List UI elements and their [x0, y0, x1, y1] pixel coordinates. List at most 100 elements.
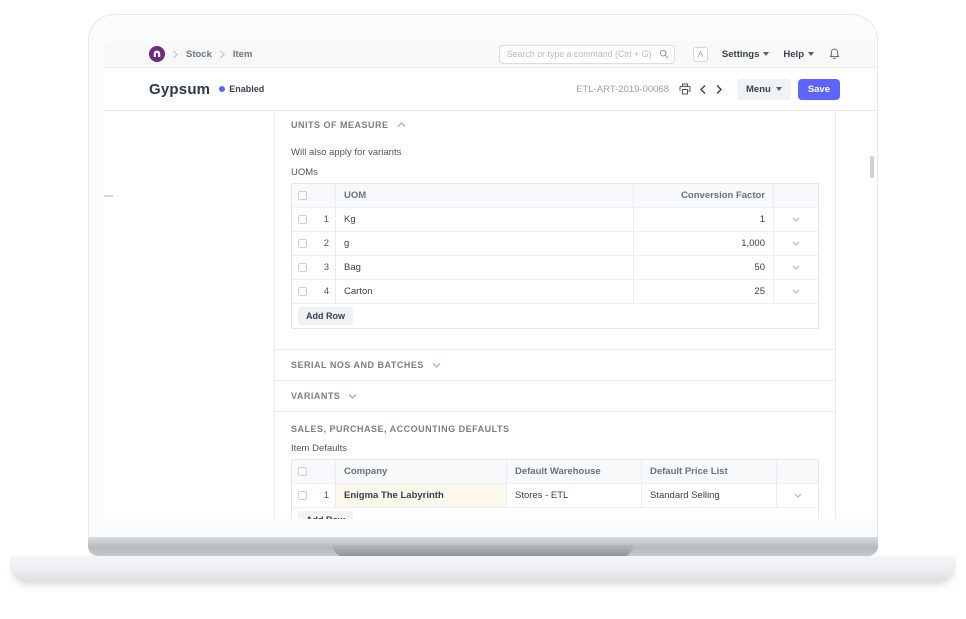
row-checkbox[interactable] — [298, 239, 307, 248]
section-heading-serial-nos[interactable]: SERIAL NOS AND BATCHES — [291, 360, 835, 370]
print-icon[interactable] — [679, 83, 691, 95]
breadcrumb-stock[interactable]: Stock — [186, 49, 212, 60]
row-checkbox[interactable] — [298, 491, 307, 500]
section-sales-purchase-accounting-defaults: SALES, PURCHASE, ACCOUNTING DEFAULTS Ite… — [275, 412, 835, 519]
table-row: 4 Carton 25 — [292, 280, 818, 304]
sidebar-item-fragment — [104, 195, 113, 197]
add-row-button[interactable]: Add Row — [298, 511, 353, 519]
search-input[interactable] — [499, 45, 675, 64]
status-label: Enabled — [229, 84, 264, 94]
search-icon — [659, 49, 669, 62]
section-heading-defaults[interactable]: SALES, PURCHASE, ACCOUNTING DEFAULTS — [291, 424, 835, 434]
laptop-lid: Stock Item A Settings He — [88, 14, 878, 537]
chevron-down-icon — [792, 289, 800, 294]
help-label: Help — [783, 49, 804, 60]
row-index: 1 — [324, 214, 329, 225]
item-defaults-grid: Company Default Warehouse Default Price … — [291, 459, 819, 519]
item-defaults-table-label: Item Defaults — [291, 443, 835, 454]
row-expand-toggle[interactable] — [774, 208, 818, 231]
avatar[interactable]: A — [693, 47, 708, 62]
uom-grid-header: UOM Conversion Factor — [292, 184, 818, 208]
app-window: Stock Item A Settings He — [104, 41, 876, 519]
chevron-right-icon — [172, 50, 179, 59]
navbar: Stock Item A Settings He — [104, 41, 876, 68]
help-menu[interactable]: Help — [783, 49, 814, 60]
uom-cell[interactable]: Carton — [336, 280, 634, 303]
row-expand-toggle[interactable] — [777, 484, 818, 507]
uom-cell[interactable]: Kg — [336, 208, 634, 231]
conversion-factor-cell[interactable]: 1,000 — [634, 232, 774, 255]
row-checkbox[interactable] — [298, 287, 307, 296]
previous-document-icon[interactable] — [699, 84, 707, 95]
app-logo-icon[interactable] — [149, 46, 165, 62]
section-heading-variants[interactable]: VARIANTS — [291, 391, 835, 401]
notifications-bell-icon[interactable] — [829, 48, 840, 60]
chevron-down-icon — [776, 87, 782, 91]
default-price-list-cell[interactable]: Standard Selling — [642, 484, 777, 507]
next-document-icon[interactable] — [715, 84, 723, 95]
uom-grid-footer: Add Row — [292, 304, 818, 328]
row-index: 3 — [324, 262, 329, 273]
form-body: UNITS OF MEASURE Will also apply for var… — [274, 111, 836, 519]
status-badge: Enabled — [219, 84, 264, 94]
table-row: 1 Enigma The Labyrinth Stores - ETL Stan… — [292, 484, 818, 508]
select-all-checkbox[interactable] — [298, 191, 307, 200]
chevron-down-icon — [794, 493, 802, 498]
conversion-factor-cell[interactable]: 50 — [634, 256, 774, 279]
chevron-down-icon — [792, 265, 800, 270]
status-dot-icon — [219, 86, 225, 92]
menu-label: Menu — [746, 84, 771, 95]
conversion-factor-cell[interactable]: 1 — [634, 208, 774, 231]
uom-grid: UOM Conversion Factor 1 Kg 1 — [291, 183, 819, 329]
column-header-uom: UOM — [336, 184, 634, 207]
section-title: VARIANTS — [291, 391, 340, 401]
section-title: SALES, PURCHASE, ACCOUNTING DEFAULTS — [291, 424, 510, 434]
section-variants: VARIANTS — [275, 381, 835, 411]
column-header-default-price-list: Default Price List — [642, 460, 777, 483]
chevron-down-icon — [808, 52, 814, 56]
settings-menu[interactable]: Settings — [722, 49, 769, 60]
menu-button[interactable]: Menu — [737, 79, 791, 100]
uom-cell[interactable]: Bag — [336, 256, 634, 279]
item-defaults-grid-footer: Add Row — [292, 508, 818, 519]
row-expand-toggle[interactable] — [774, 280, 818, 303]
row-expand-toggle[interactable] — [774, 256, 818, 279]
select-all-checkbox[interactable] — [298, 467, 307, 476]
table-row: 1 Kg 1 — [292, 208, 818, 232]
uoms-table-label: UOMs — [291, 167, 835, 178]
global-search — [499, 45, 675, 64]
column-header-default-warehouse: Default Warehouse — [507, 460, 642, 483]
column-header-company: Company — [336, 460, 507, 483]
company-cell[interactable]: Enigma The Labyrinth — [336, 484, 507, 507]
chevron-down-icon — [792, 241, 800, 246]
add-row-button[interactable]: Add Row — [298, 307, 353, 325]
chevron-up-icon — [397, 122, 406, 128]
document-id: ETL-ART-2019-00068 — [576, 84, 669, 95]
scrollbar-thumb[interactable] — [870, 156, 874, 178]
save-button[interactable]: Save — [798, 79, 840, 100]
page-header: Gypsum Enabled ETL-ART-2019-00068 Menu — [104, 68, 876, 111]
breadcrumb-item[interactable]: Item — [233, 49, 253, 60]
default-warehouse-cell[interactable]: Stores - ETL — [507, 484, 642, 507]
conversion-factor-cell[interactable]: 25 — [634, 280, 774, 303]
section-title: UNITS OF MEASURE — [291, 120, 389, 130]
item-defaults-grid-header: Company Default Warehouse Default Price … — [292, 460, 818, 484]
uom-cell[interactable]: g — [336, 232, 634, 255]
variants-note: Will also apply for variants — [291, 147, 835, 158]
table-row: 3 Bag 50 — [292, 256, 818, 280]
row-index: 1 — [324, 490, 329, 501]
row-index: 2 — [324, 238, 329, 249]
row-checkbox[interactable] — [298, 263, 307, 272]
form-content: UNITS OF MEASURE Will also apply for var… — [104, 111, 876, 519]
table-row: 2 g 1,000 — [292, 232, 818, 256]
section-heading-units-of-measure[interactable]: UNITS OF MEASURE — [291, 120, 835, 130]
laptop-mockup: Stock Item A Settings He — [0, 0, 966, 619]
column-header-conversion-factor: Conversion Factor — [634, 184, 774, 207]
section-units-of-measure: UNITS OF MEASURE Will also apply for var… — [275, 111, 835, 329]
chevron-down-icon — [432, 362, 441, 368]
row-expand-toggle[interactable] — [774, 232, 818, 255]
settings-label: Settings — [722, 49, 759, 60]
chevron-right-icon — [219, 50, 226, 59]
row-checkbox[interactable] — [298, 215, 307, 224]
chevron-down-icon — [763, 52, 769, 56]
